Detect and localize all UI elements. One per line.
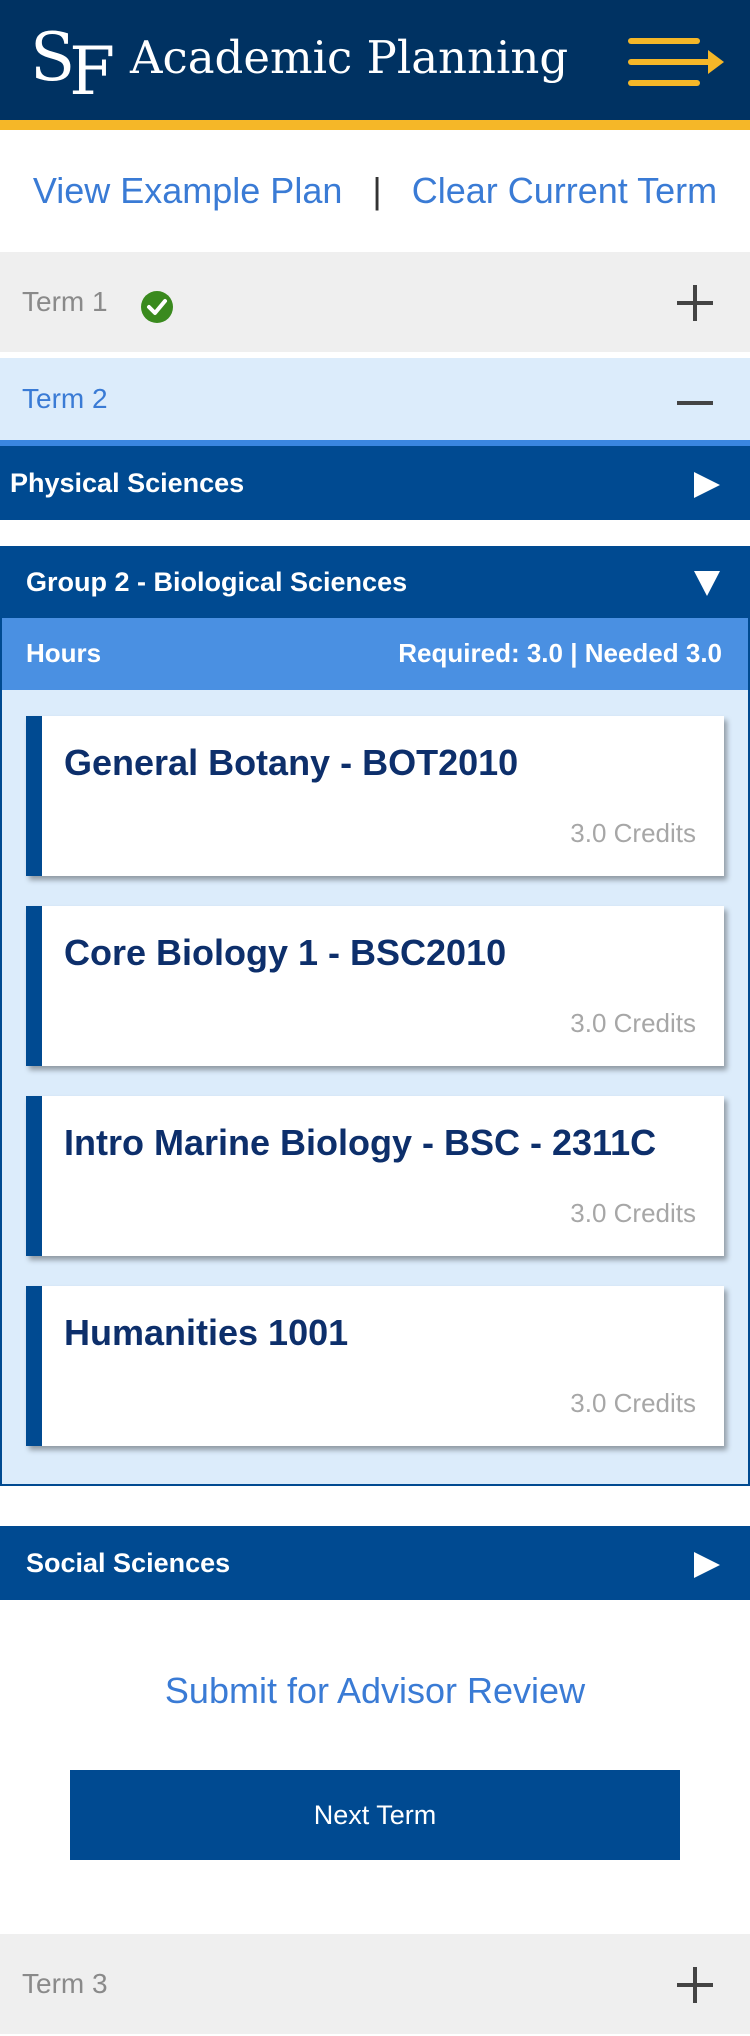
- clear-current-term-link[interactable]: Clear Current Term: [412, 170, 717, 212]
- course-card[interactable]: Core Biology 1 - BSC2010 3.0 Credits: [26, 906, 724, 1066]
- course-title: Humanities 1001: [64, 1312, 349, 1353]
- plus-icon[interactable]: [672, 280, 718, 326]
- term-2-header[interactable]: Term 2: [0, 358, 750, 446]
- course-credits: 3.0 Credits: [570, 1198, 696, 1228]
- check-circle-icon: [140, 291, 173, 323]
- hours-summary: Hours Required: 3.0 | Needed 3.0: [0, 618, 750, 690]
- term-label: Term 3: [22, 1968, 108, 1999]
- plan-actions: View Example Plan | Clear Current Term: [0, 130, 750, 252]
- menu-button[interactable]: [626, 34, 726, 90]
- category-label: Physical Sciences: [10, 467, 245, 498]
- link-separator: |: [372, 170, 382, 211]
- submit-for-review-link[interactable]: Submit for Advisor Review: [0, 1670, 750, 1712]
- course-title: General Botany - BOT2010: [64, 742, 519, 783]
- course-title: Intro Marine Biology - BSC - 2311C: [64, 1122, 657, 1163]
- menu-arrow-icon: [628, 38, 724, 86]
- course-title: Core Biology 1 - BSC2010: [64, 932, 507, 973]
- app-header: SF Academic Planning: [0, 0, 750, 120]
- course-credits: 3.0 Credits: [570, 1008, 696, 1038]
- term-3-header[interactable]: Term 3: [0, 1934, 750, 2034]
- caret-right-icon: [694, 1552, 720, 1578]
- next-term-button[interactable]: Next Term: [70, 1770, 680, 1860]
- course-credits: 3.0 Credits: [570, 818, 696, 848]
- course-card[interactable]: Humanities 1001 3.0 Credits: [26, 1286, 724, 1446]
- sf-logo: SF: [30, 19, 115, 110]
- category-label: Social Sciences: [26, 1547, 231, 1578]
- hours-label: Hours: [26, 638, 102, 668]
- term-label: Term 2: [22, 383, 108, 414]
- caret-right-icon: [694, 472, 720, 498]
- view-example-plan-link[interactable]: View Example Plan: [33, 170, 343, 212]
- term-1-header[interactable]: Term 1: [0, 252, 750, 352]
- minus-icon[interactable]: [672, 380, 718, 426]
- category-label: Group 2 - Biological Sciences: [26, 566, 408, 597]
- caret-down-icon: [694, 571, 720, 596]
- category-physical-sciences[interactable]: Physical Sciences: [0, 446, 750, 520]
- course-card[interactable]: General Botany - BOT2010 3.0 Credits: [26, 716, 724, 876]
- hours-requirement: Required: 3.0 | Needed 3.0: [398, 638, 722, 668]
- course-card[interactable]: Intro Marine Biology - BSC - 2311C 3.0 C…: [26, 1096, 724, 1256]
- category-social-sciences[interactable]: Social Sciences: [0, 1526, 750, 1600]
- plus-icon[interactable]: [672, 1962, 718, 2008]
- term-label: Term 1: [22, 286, 108, 317]
- category-group-2-biological-sciences[interactable]: Group 2 - Biological Sciences: [0, 546, 750, 618]
- app-title: Academic Planning: [130, 31, 569, 84]
- course-credits: 3.0 Credits: [570, 1388, 696, 1418]
- header-accent-stripe: [0, 120, 750, 130]
